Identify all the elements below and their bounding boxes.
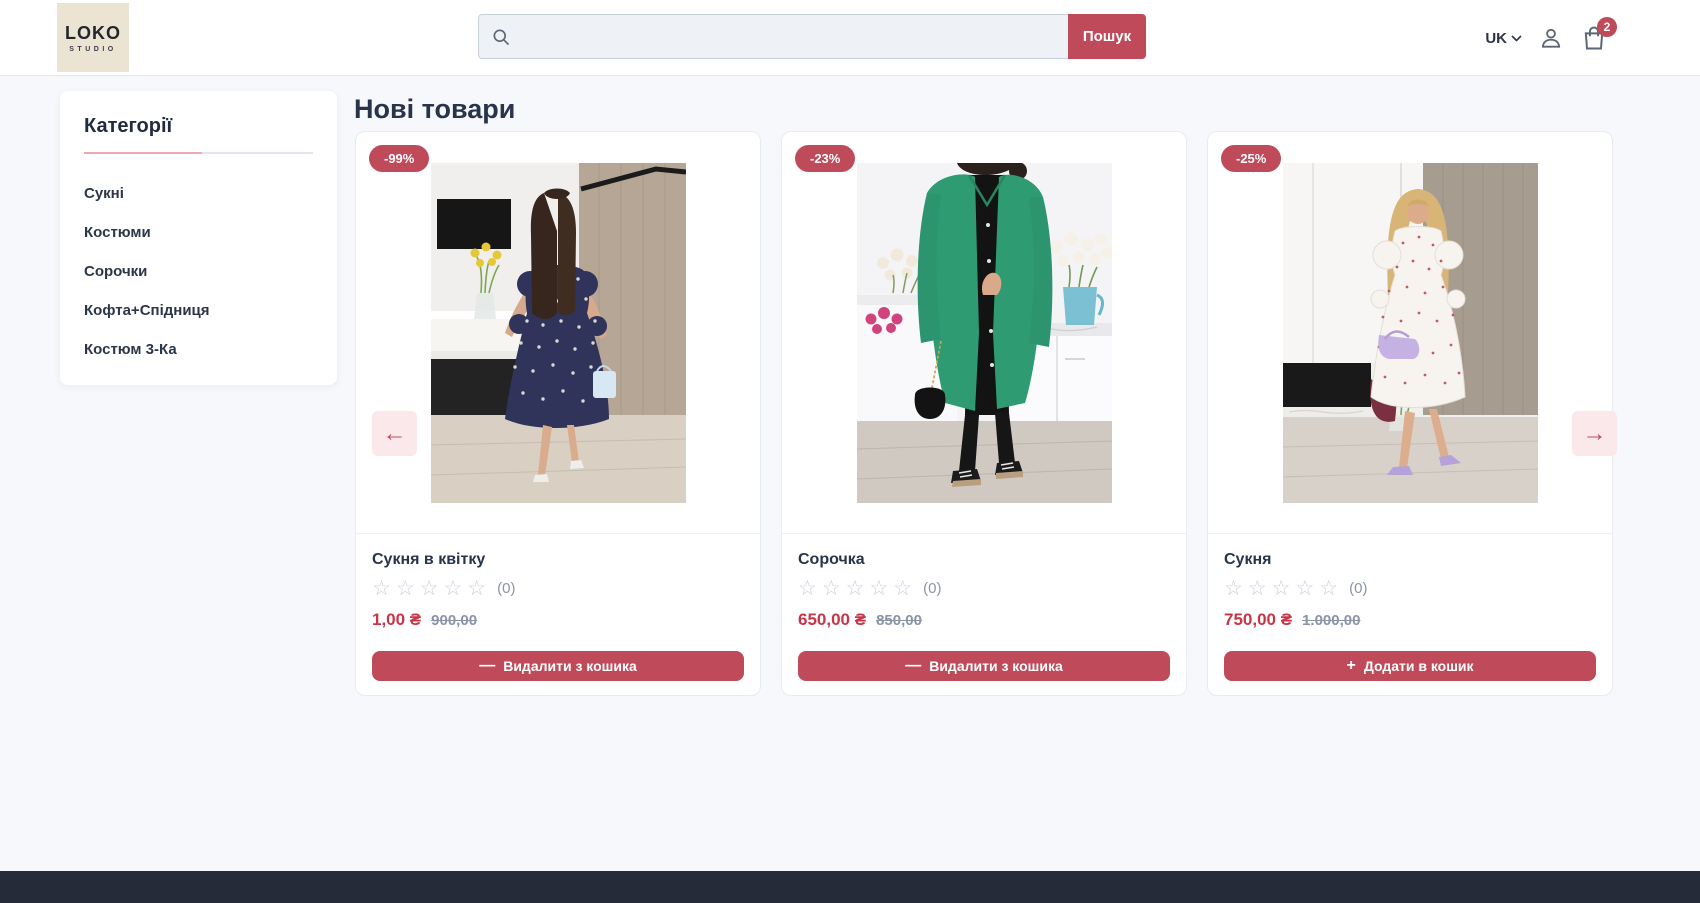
chevron-down-icon — [1511, 35, 1522, 42]
search-icon — [491, 27, 511, 47]
language-label: UK — [1485, 30, 1507, 47]
logo-subtitle: STUDIO — [69, 46, 116, 53]
page: LOKO STUDIO Пошук UK — [0, 0, 1700, 903]
sidebar-categories: Категорії Сукні Костюми Сорочки Кофта+Сп… — [60, 91, 337, 385]
arrow-right-icon: → — [1583, 422, 1607, 446]
price-row: 650,00 ₴ 850,00 — [798, 610, 1170, 630]
product-card[interactable]: -25% — [1207, 131, 1613, 696]
person-icon — [1538, 25, 1564, 51]
rating-stars-icon: ☆☆☆☆☆ — [798, 578, 917, 599]
search-input[interactable] — [511, 15, 1068, 58]
product-photo — [857, 163, 1112, 503]
sidebar-item-kofta-spidnytsia[interactable]: Кофта+Спідниця — [84, 291, 313, 330]
old-price: 900,00 — [431, 612, 477, 629]
product-grid: -99% — [355, 131, 1613, 696]
discount-badge: -99% — [369, 145, 429, 172]
product-title[interactable]: Сукня в квітку — [372, 551, 744, 569]
rating-count: (0) — [1349, 580, 1367, 597]
logo[interactable]: LOKO STUDIO — [57, 3, 129, 72]
language-selector[interactable]: UK — [1485, 30, 1522, 47]
product-rating: ☆☆☆☆☆ (0) — [798, 578, 1170, 599]
search-bar: Пошук — [478, 14, 1146, 59]
rating-count: (0) — [497, 580, 515, 597]
cta-label: Додати в кошик — [1364, 658, 1474, 674]
cart-count-badge: 2 — [1597, 17, 1617, 37]
product-title[interactable]: Сорочка — [798, 551, 1170, 569]
product-info: Сукня ☆☆☆☆☆ (0) 750,00 ₴ 1.000,00 + Дода… — [1208, 534, 1612, 695]
carousel-next-button[interactable]: → — [1572, 411, 1617, 456]
cta-label: Видалити з кошика — [929, 658, 1063, 674]
minus-icon: — — [905, 658, 921, 674]
page-title: Нові товари — [354, 94, 515, 125]
current-price: 650,00 ₴ — [798, 610, 866, 630]
product-media[interactable]: -23% — [782, 132, 1186, 534]
product-title[interactable]: Сукня — [1224, 551, 1596, 569]
product-rating: ☆☆☆☆☆ (0) — [1224, 578, 1596, 599]
product-media[interactable]: -99% — [356, 132, 760, 534]
account-button[interactable] — [1538, 25, 1564, 51]
cart-button[interactable]: 2 — [1580, 24, 1608, 52]
carousel-prev-button[interactable]: ← — [372, 411, 417, 456]
discount-badge: -25% — [1221, 145, 1281, 172]
remove-from-cart-button[interactable]: — Видалити з кошика — [372, 651, 744, 681]
product-media[interactable]: -25% — [1208, 132, 1612, 534]
price-row: 1,00 ₴ 900,00 — [372, 610, 744, 630]
footer — [0, 871, 1700, 903]
arrow-left-icon: ← — [383, 422, 407, 446]
rating-stars-icon: ☆☆☆☆☆ — [372, 578, 491, 599]
product-photo — [431, 163, 686, 503]
sidebar-item-sukni[interactable]: Сукні — [84, 174, 313, 213]
sidebar-title: Категорії — [84, 115, 313, 138]
add-to-cart-button[interactable]: + Додати в кошик — [1224, 651, 1596, 681]
search-input-wrap — [478, 14, 1068, 59]
rating-count: (0) — [923, 580, 941, 597]
current-price: 1,00 ₴ — [372, 610, 421, 630]
sidebar-item-sorochky[interactable]: Сорочки — [84, 252, 313, 291]
search-button[interactable]: Пошук — [1068, 14, 1146, 59]
product-info: Сорочка ☆☆☆☆☆ (0) 650,00 ₴ 850,00 — Вида… — [782, 534, 1186, 695]
old-price: 1.000,00 — [1302, 612, 1360, 629]
plus-icon: + — [1346, 658, 1355, 674]
discount-badge: -23% — [795, 145, 855, 172]
header-actions: UK 2 — [1485, 0, 1608, 76]
sidebar-item-kostiumy[interactable]: Костюми — [84, 213, 313, 252]
price-row: 750,00 ₴ 1.000,00 — [1224, 610, 1596, 630]
header: LOKO STUDIO Пошук UK — [0, 0, 1700, 76]
remove-from-cart-button[interactable]: — Видалити з кошика — [798, 651, 1170, 681]
cta-label: Видалити з кошика — [503, 658, 637, 674]
current-price: 750,00 ₴ — [1224, 610, 1292, 630]
product-photo — [1283, 163, 1538, 503]
product-rating: ☆☆☆☆☆ (0) — [372, 578, 744, 599]
product-info: Сукня в квітку ☆☆☆☆☆ (0) 1,00 ₴ 900,00 —… — [356, 534, 760, 695]
product-card[interactable]: -23% — [781, 131, 1187, 696]
rating-stars-icon: ☆☆☆☆☆ — [1224, 578, 1343, 599]
sidebar-underline — [84, 152, 313, 154]
minus-icon: — — [479, 658, 495, 674]
sidebar-item-kostium-3ka[interactable]: Костюм 3-Ка — [84, 330, 313, 369]
logo-title: LOKO — [65, 23, 121, 44]
old-price: 850,00 — [876, 612, 922, 629]
